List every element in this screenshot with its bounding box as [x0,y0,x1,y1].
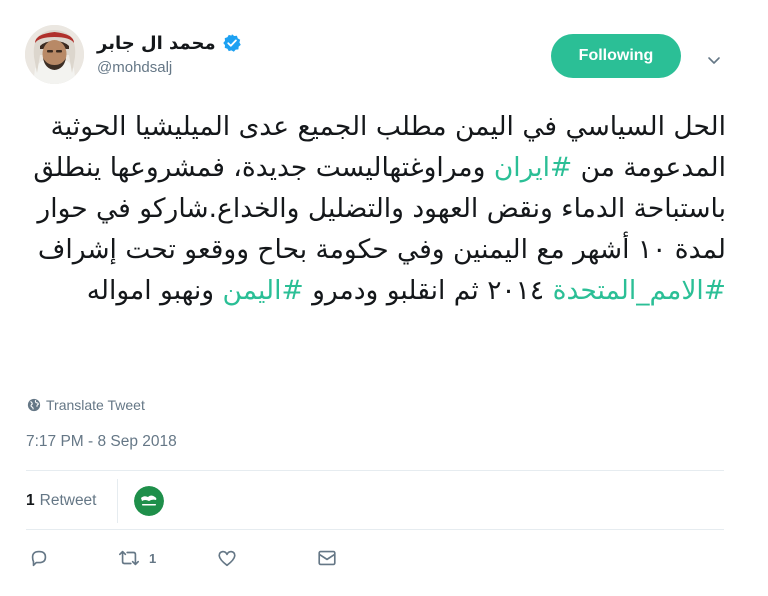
retweeter-avatar-image [133,486,164,516]
reply-icon [31,550,47,567]
like-icon [218,550,236,567]
avatar-image [25,25,84,84]
globe-icon [27,398,41,412]
author-display-name[interactable]: محمد ال جابر [97,33,216,54]
retweet-button[interactable]: 1 [117,547,156,569]
tweet-text-segment: ونهبو امواله [86,275,223,306]
tweet-text: الحل السياسي في اليمن مطلب الجميع عدى ال… [24,106,726,311]
tweet-actions: 1 [28,546,338,570]
retweet-icon [119,550,139,566]
reply-button[interactable] [28,547,50,569]
avatar[interactable] [25,25,84,84]
retweeter-avatar[interactable] [133,486,164,516]
retweets-stat-label: Retweet [39,492,97,509]
retweet-count: 1 [149,550,157,566]
hashtag-link[interactable]: #اليمن [223,275,304,306]
stats-divider [116,479,118,523]
direct-message-button[interactable] [316,547,338,569]
hashtag-link[interactable]: #ايران [494,152,572,183]
like-button[interactable] [216,547,238,569]
direct-message-icon [318,550,336,566]
tweet-text-segment: ٢٠١٤ ثم انقلبو ودمرو [303,275,553,306]
tweet-timestamp[interactable]: 7:17 PM - 8 Sep 2018 [26,433,177,451]
tweet-menu-button[interactable] [703,49,725,71]
chevron-down-icon [708,57,720,64]
retweets-stat-count: 1 [26,492,35,509]
hashtag-link[interactable]: #الامم_المتحدة [553,275,726,306]
following-button[interactable]: Following [551,34,681,78]
divider [26,529,724,530]
author-name-row[interactable]: محمد ال جابر [97,30,242,56]
tweet-stats: 1 Retweet [26,479,164,523]
translate-tweet-link[interactable]: Translate Tweet [27,396,145,414]
retweets-stat[interactable]: 1 Retweet [26,492,97,510]
verified-badge-icon [222,34,241,52]
translate-tweet-label[interactable]: Translate Tweet [46,397,145,413]
author-handle[interactable]: @mohdsalj [97,59,172,76]
divider [26,470,724,471]
